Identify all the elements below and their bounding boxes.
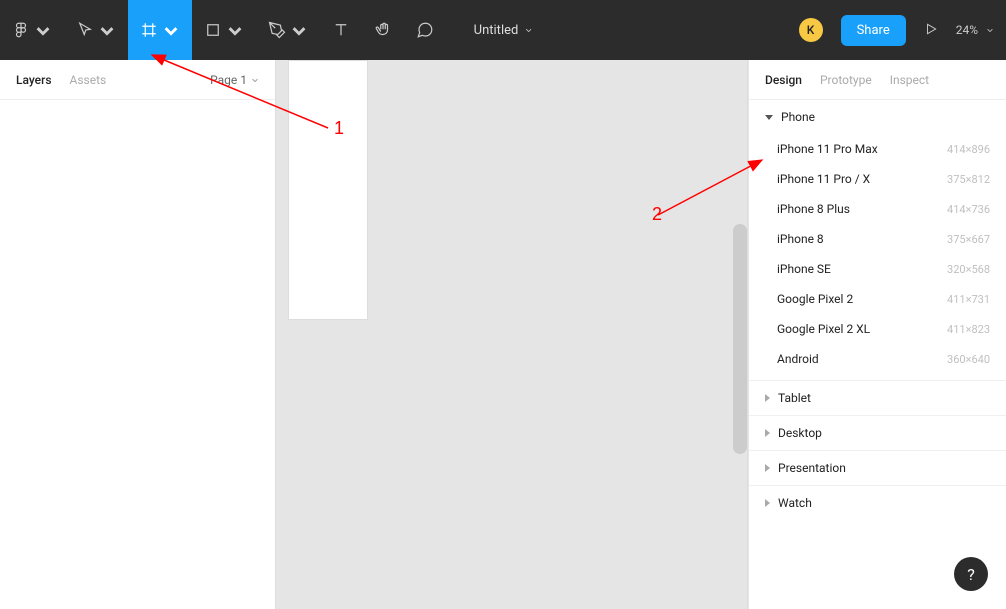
comment-icon (416, 21, 434, 39)
avatar-letter: K (807, 23, 815, 37)
right-panel: Design Prototype Inspect Phone iPhone 11… (748, 60, 1006, 609)
device-row[interactable]: Google Pixel 2 XL 411×823 (749, 314, 1006, 344)
device-name: iPhone SE (777, 262, 831, 276)
device-row[interactable]: iPhone 11 Pro Max 414×896 (749, 134, 1006, 164)
page-selector-label: Page 1 (210, 73, 247, 87)
section-title: Phone (781, 110, 815, 124)
chevron-down-icon (524, 26, 532, 34)
device-dims: 320×568 (947, 263, 990, 276)
chevron-down-icon (34, 21, 52, 39)
triangle-right-icon (765, 499, 770, 507)
section-header-phone[interactable]: Phone (749, 100, 1006, 134)
triangle-right-icon (765, 429, 770, 437)
device-name: iPhone 8 (777, 232, 824, 246)
tool-group-left (0, 0, 446, 60)
hand-tool-button[interactable] (362, 0, 404, 60)
triangle-right-icon (765, 464, 770, 472)
zoom-control[interactable]: 24% (956, 23, 994, 37)
chevron-down-icon (290, 21, 308, 39)
help-button[interactable]: ? (954, 557, 988, 591)
device-row[interactable]: Google Pixel 2 411×731 (749, 284, 1006, 314)
tab-prototype[interactable]: Prototype (820, 73, 872, 87)
figma-menu-button[interactable] (0, 0, 64, 60)
device-dims: 414×736 (947, 203, 990, 216)
triangle-down-icon (765, 115, 773, 120)
comment-tool-button[interactable] (404, 0, 446, 60)
section-header-desktop[interactable]: Desktop (749, 415, 1006, 450)
tab-inspect[interactable]: Inspect (890, 73, 929, 87)
move-tool-button[interactable] (64, 0, 128, 60)
device-dims: 411×823 (947, 323, 990, 336)
section-title: Tablet (778, 391, 811, 405)
rectangle-icon (204, 21, 222, 39)
device-name: iPhone 11 Pro / X (777, 172, 870, 186)
pen-tool-button[interactable] (256, 0, 320, 60)
present-button[interactable] (924, 22, 938, 39)
text-tool-button[interactable] (320, 0, 362, 60)
device-name: Android (777, 352, 819, 366)
pen-icon (268, 21, 286, 39)
tab-assets[interactable]: Assets (70, 73, 107, 87)
device-row[interactable]: iPhone 11 Pro / X 375×812 (749, 164, 1006, 194)
device-row[interactable]: iPhone SE 320×568 (749, 254, 1006, 284)
annotation-label-1: 1 (334, 118, 344, 139)
device-name: iPhone 11 Pro Max (777, 142, 878, 156)
document-title-text: Untitled (474, 23, 519, 38)
section-header-watch[interactable]: Watch (749, 485, 1006, 520)
chevron-down-icon (226, 21, 244, 39)
chevron-down-icon (98, 21, 116, 39)
left-panel: Layers Assets Page 1 (0, 60, 275, 609)
vertical-scrollbar[interactable] (733, 224, 747, 454)
section-title: Presentation (778, 461, 846, 475)
chevron-down-icon (162, 21, 180, 39)
section-header-tablet[interactable]: Tablet (749, 380, 1006, 415)
page-selector[interactable]: Page 1 (210, 73, 259, 87)
device-name: iPhone 8 Plus (777, 202, 850, 216)
device-name: Google Pixel 2 (777, 292, 853, 306)
hand-icon (374, 21, 392, 39)
canvas-artboard[interactable] (288, 60, 368, 320)
device-dims: 414×896 (947, 143, 990, 156)
annotation-label-2: 2 (652, 204, 662, 225)
device-row[interactable]: Android 360×640 (749, 344, 1006, 374)
chevron-down-icon (251, 76, 259, 84)
play-icon (924, 22, 938, 36)
device-list-phone: iPhone 11 Pro Max 414×896 iPhone 11 Pro … (749, 134, 1006, 380)
frame-icon (140, 21, 158, 39)
zoom-label: 24% (956, 23, 978, 37)
chevron-down-icon (986, 26, 994, 34)
left-panel-tabs: Layers Assets Page 1 (0, 60, 275, 100)
section-header-presentation[interactable]: Presentation (749, 450, 1006, 485)
section-title: Watch (778, 496, 812, 510)
toolbar-right-group: K Share 24% (799, 15, 994, 46)
main-area: Layers Assets Page 1 Design Prototype In… (0, 60, 1006, 609)
figma-logo-icon (12, 21, 30, 39)
device-row[interactable]: iPhone 8 375×667 (749, 224, 1006, 254)
share-button[interactable]: Share (841, 15, 906, 46)
shape-tool-button[interactable] (192, 0, 256, 60)
device-name: Google Pixel 2 XL (777, 322, 870, 336)
frame-presets-phone-section: Phone iPhone 11 Pro Max 414×896 iPhone 1… (749, 100, 1006, 380)
move-cursor-icon (76, 21, 94, 39)
device-dims: 375×667 (947, 233, 990, 246)
device-row[interactable]: iPhone 8 Plus 414×736 (749, 194, 1006, 224)
frame-tool-button[interactable] (128, 0, 192, 60)
text-icon (332, 21, 350, 39)
right-panel-tabs: Design Prototype Inspect (749, 60, 1006, 100)
document-title[interactable]: Untitled (474, 23, 533, 38)
tab-layers[interactable]: Layers (16, 73, 52, 87)
device-dims: 360×640 (947, 353, 990, 366)
device-dims: 375×812 (947, 173, 990, 186)
help-icon-label: ? (967, 565, 975, 584)
share-button-label: Share (857, 23, 890, 38)
tab-design[interactable]: Design (765, 73, 802, 87)
device-dims: 411×731 (947, 293, 990, 306)
top-toolbar: Untitled K Share 24% (0, 0, 1006, 60)
user-avatar[interactable]: K (799, 18, 823, 42)
triangle-right-icon (765, 394, 770, 402)
section-title: Desktop (778, 426, 822, 440)
canvas[interactable] (275, 60, 748, 609)
